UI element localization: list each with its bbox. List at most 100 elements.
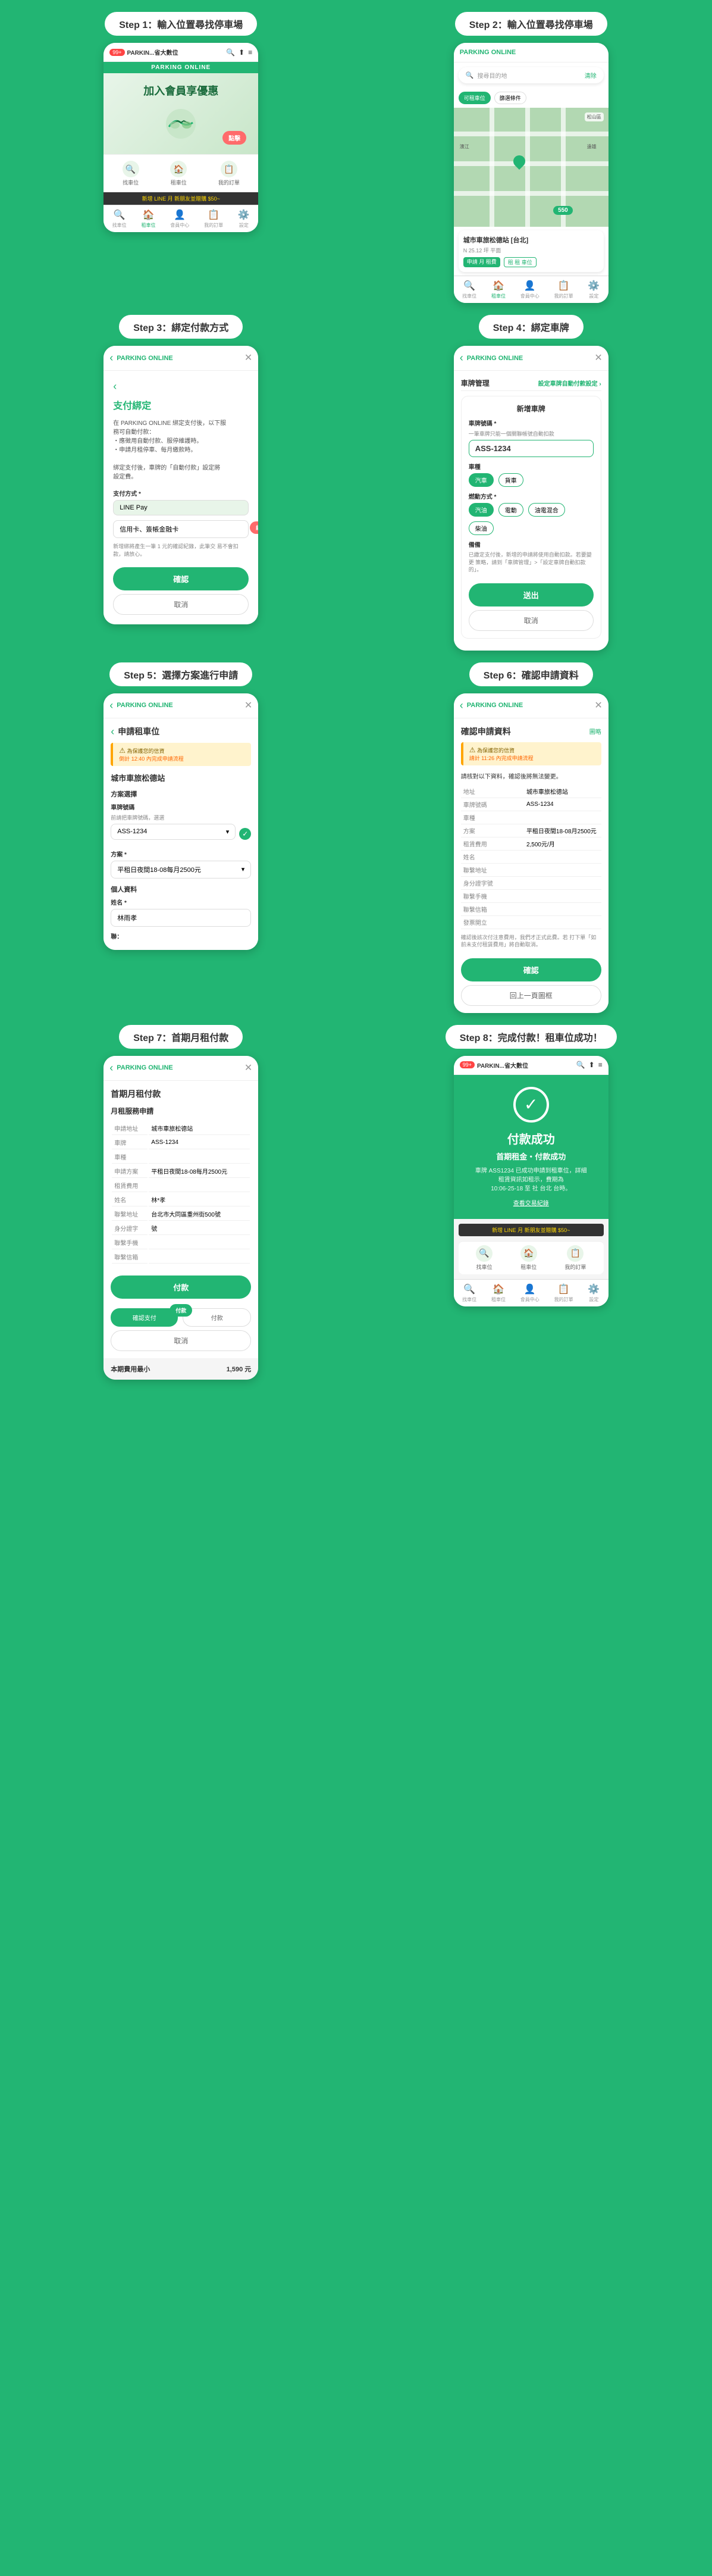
- chip-available[interactable]: 可租車位: [459, 92, 491, 104]
- cancel-btn-3[interactable]: 取消: [113, 594, 249, 615]
- chip-filter[interactable]: 篩選條件: [494, 92, 526, 104]
- tag-apply[interactable]: 申請 月 租費: [463, 257, 500, 267]
- notification-badge: 99+: [109, 49, 124, 56]
- fuel-hybrid[interactable]: 油電混合: [528, 503, 565, 517]
- submit-btn-4[interactable]: 送出: [469, 583, 594, 607]
- pay-btn-7[interactable]: 付款: [111, 1276, 251, 1299]
- clear-btn[interactable]: 清除: [585, 71, 597, 80]
- s8-tab-orders[interactable]: 📋 我的訂單: [554, 1283, 573, 1303]
- fuel-gasoline[interactable]: 汽油: [469, 503, 494, 517]
- confirm-btn-3[interactable]: 確認: [113, 567, 249, 590]
- app-logo-bar: PARKING ONLINE: [103, 62, 258, 73]
- road-h1: [454, 132, 609, 136]
- pay-field-phone: 聯繫手機: [112, 1236, 250, 1249]
- back-btn-7[interactable]: ‹: [109, 1062, 113, 1074]
- s8-tab-member[interactable]: 👤 會員中心: [520, 1283, 540, 1303]
- nav-rent-parking[interactable]: 🏠 租車位: [170, 161, 187, 186]
- s8-tab-rent[interactable]: 🏠 租車位: [491, 1283, 506, 1303]
- s8-orders-label: 我的訂單: [564, 1263, 586, 1271]
- s2-tab-orders[interactable]: 📋 我的訂單: [554, 280, 573, 299]
- tab-member[interactable]: 👤 會員中心: [170, 209, 189, 229]
- nav-find-parking[interactable]: 🔍 找車位: [123, 161, 139, 186]
- s2-tab-settings-label: 設定: [589, 293, 598, 299]
- installment-btn-7[interactable]: 付款: [183, 1308, 251, 1327]
- s2-tab-rent-icon: 🏠: [493, 280, 504, 292]
- tab-orders[interactable]: 📋 我的訂單: [204, 209, 223, 229]
- step6-title-row: 確認申請資料 圖略: [461, 726, 601, 737]
- total-label-7: 本期費用最小: [111, 1364, 150, 1374]
- plan-select[interactable]: 平租日夜間18-08每月2500元 ▾: [111, 861, 251, 879]
- plate-mgmt-link[interactable]: 設定車牌自動付款設定 ›: [538, 379, 601, 387]
- plate-select[interactable]: ASS-1234 ▾: [111, 824, 236, 840]
- share-icon-8[interactable]: ⬆: [589, 1061, 595, 1069]
- row-3: Step 5：選擇方案進行申請 ‹ PARKING ONLINE ✕ ‹ 申請租…: [12, 662, 700, 1013]
- confirm-btn-6[interactable]: 確認: [461, 958, 601, 981]
- close-btn-4[interactable]: ✕: [594, 352, 602, 364]
- s8-nav-orders[interactable]: 📋 我的訂單: [564, 1245, 586, 1271]
- tab-settings[interactable]: ⚙️ 設定: [238, 209, 250, 229]
- s8-nav-find[interactable]: 🔍 找車位: [476, 1245, 493, 1271]
- edit-btn-6[interactable]: 圖略: [589, 727, 601, 736]
- fuel-diesel[interactable]: 柴油: [469, 521, 494, 535]
- field-plan: 方案 平租日夜間18-08月2500元: [461, 824, 601, 837]
- confirm-title-6: 確認申請資料: [461, 726, 511, 737]
- fuel-electric[interactable]: 電動: [498, 503, 523, 517]
- close-btn-5[interactable]: ✕: [244, 699, 252, 711]
- share-icon[interactable]: ⬆: [239, 48, 244, 57]
- confirm-pay-btn-7[interactable]: 確認支付: [111, 1308, 178, 1327]
- s8-nav-rent[interactable]: 🏠 租車位: [520, 1245, 537, 1271]
- plate-input[interactable]: ASS-1234: [469, 440, 594, 457]
- back-btn-text-6[interactable]: 回上一頁圖框: [461, 985, 601, 1006]
- click-label: 點擊: [228, 136, 240, 142]
- s2-tab-settings[interactable]: ⚙️ 設定: [588, 280, 600, 299]
- back-icon-5[interactable]: ‹: [111, 726, 114, 738]
- annotation-linepay: 綁定LINE Pay or 信用卡: [250, 521, 258, 534]
- s2-tab-rent[interactable]: 🏠 租車位: [491, 280, 506, 299]
- name-input-5[interactable]: 林雨孝: [111, 909, 251, 927]
- car-type-truck[interactable]: 貨車: [498, 473, 523, 487]
- field-fee-value: 2,500元/月: [524, 837, 601, 850]
- back-btn-5[interactable]: ‹: [109, 699, 113, 712]
- nav-my-orders[interactable]: 📋 我的訂單: [218, 161, 240, 186]
- pay-field-plan-label: 申請方案: [112, 1165, 148, 1178]
- search-icon[interactable]: 🔍: [226, 48, 235, 57]
- s8-rent-label: 租車位: [520, 1263, 537, 1271]
- s8-tab-orders-label: 我的訂單: [554, 1296, 573, 1303]
- cancel-btn-4[interactable]: 取消: [469, 610, 594, 631]
- warning-text-5: 為保護您的信資倒計 12:40 內完成申請流程: [119, 748, 184, 762]
- modal-title-3: 支付綁定: [113, 398, 249, 412]
- tab-rent[interactable]: 🏠 租車位: [141, 209, 155, 229]
- menu-icon[interactable]: ≡: [248, 48, 252, 57]
- back-btn-4[interactable]: ‹: [460, 352, 463, 364]
- field-fee: 租賃費用 2,500元/月: [461, 837, 601, 850]
- car-type-car[interactable]: 汽車: [469, 473, 494, 487]
- step-7-phone: ‹ PARKING ONLINE ✕ 首期月租付款 月租服務申請 申請地址 城市…: [103, 1056, 258, 1380]
- search-bar[interactable]: 🔍 搜尋目的地 清除: [459, 67, 604, 83]
- back-icon-3[interactable]: ‹: [113, 380, 117, 393]
- tab-find[interactable]: 🔍 找車位: [112, 209, 127, 229]
- address-label-5: 聯：: [111, 931, 251, 940]
- map-area-label-3: 遠雄: [587, 143, 597, 150]
- back-btn-6[interactable]: ‹: [460, 699, 463, 712]
- close-btn-6[interactable]: ✕: [594, 699, 602, 711]
- tab-orders-icon: 📋: [208, 209, 219, 221]
- menu-icon-8[interactable]: ≡: [598, 1061, 603, 1069]
- back-btn-3[interactable]: ‹: [109, 352, 113, 364]
- cancel-btn-7[interactable]: 取消: [111, 1330, 251, 1351]
- payment-input-card[interactable]: 信用卡、簽帳金融卡: [113, 520, 249, 538]
- s2-tab-member[interactable]: 👤 會員中心: [520, 280, 540, 299]
- payment-input-linepay[interactable]: LINE Pay: [113, 500, 249, 515]
- close-btn-7[interactable]: ✕: [244, 1062, 252, 1074]
- close-btn-3[interactable]: ✕: [244, 352, 252, 364]
- success-check-icon: ✓: [513, 1087, 549, 1123]
- s8-tab-find[interactable]: 🔍 找車位: [462, 1283, 476, 1303]
- promo-bar: 新增 LINE 月 新朋友並贈購 $50~: [103, 192, 258, 205]
- plate-selector: ASS-1234 ▾ ✓: [111, 824, 251, 845]
- s8-tab-member-icon: 👤: [524, 1283, 536, 1295]
- map-area: 松山區 濱江 遠雄 550 2. 篩選租車位: [454, 108, 609, 227]
- search-icon-8[interactable]: 🔍: [576, 1061, 585, 1069]
- s8-tab-settings[interactable]: ⚙️ 設定: [588, 1283, 600, 1303]
- tag-rent[interactable]: 租 租 車位: [504, 257, 537, 267]
- s2-tab-find[interactable]: 🔍 找車位: [462, 280, 476, 299]
- view-records-link[interactable]: 查看交易紀錄: [463, 1198, 599, 1207]
